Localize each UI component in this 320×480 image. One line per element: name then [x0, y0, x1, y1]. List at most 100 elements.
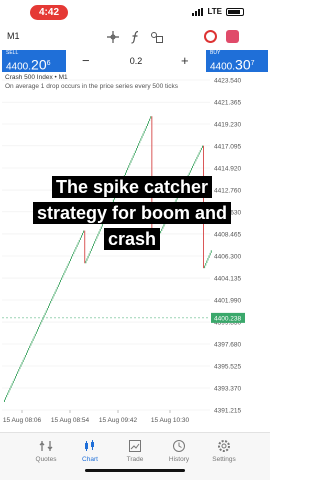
quotes-icon	[39, 441, 53, 451]
bull-candle	[59, 282, 60, 285]
one-click-trading-icon[interactable]	[204, 30, 217, 43]
sell-button[interactable]: SELL 4400.206	[2, 50, 66, 72]
bull-candle	[139, 140, 141, 144]
bull-candle	[134, 150, 136, 153]
bull-candle	[193, 163, 195, 166]
account-icon[interactable]	[226, 30, 239, 43]
time-tick-label: 15 Aug 10:30	[151, 417, 190, 424]
indicators-icon[interactable]	[128, 30, 142, 44]
bull-candle	[127, 167, 129, 171]
bull-candle	[202, 145, 203, 148]
nav-trade[interactable]: Trade	[115, 439, 155, 463]
bull-candle	[85, 260, 87, 264]
bull-candle	[24, 355, 26, 358]
bull-candle	[197, 154, 199, 157]
bull-candle	[34, 333, 36, 337]
nav-quotes-label: Quotes	[35, 456, 57, 463]
lot-increase-button[interactable]: +	[181, 54, 189, 68]
bull-candle	[204, 265, 206, 269]
bull-candle	[21, 362, 23, 365]
bull-candle	[137, 145, 138, 149]
bull-candle	[195, 159, 197, 162]
bull-candle	[11, 383, 13, 386]
bull-candle	[38, 326, 39, 330]
bull-candle	[72, 254, 74, 257]
bull-candle	[33, 336, 35, 339]
price-tick-label: 4421.365	[214, 100, 241, 107]
bull-candle	[143, 130, 145, 134]
bull-candle	[130, 160, 132, 163]
price-tick-label: 4419.230	[214, 122, 241, 129]
bull-candle	[51, 298, 53, 302]
bull-candle	[8, 390, 10, 393]
status-bar: 4:42 LTE	[0, 0, 270, 24]
bull-candle	[200, 147, 202, 151]
signal-icon	[192, 7, 204, 16]
bull-candle	[30, 343, 32, 346]
caption-line-2: strategy for boom and	[32, 202, 232, 224]
bull-candle	[70, 258, 71, 262]
bull-candle	[54, 291, 56, 294]
time-tick-label: 15 Aug 08:06	[3, 417, 42, 424]
bull-candle	[206, 260, 208, 264]
chart-toolbar: M1	[0, 28, 270, 48]
bull-candle	[50, 301, 52, 304]
video-caption: The spike catcher strategy for boom and …	[14, 174, 250, 252]
bull-candle	[140, 138, 142, 141]
bull-candle	[150, 116, 152, 119]
price-tick-label: 4391.215	[214, 408, 241, 415]
price-tick-label: 4406.300	[214, 254, 241, 261]
bull-candle	[209, 252, 211, 256]
nav-trade-label: Trade	[126, 456, 144, 463]
bull-candle	[68, 261, 70, 264]
bull-candle	[4, 399, 5, 402]
nav-settings[interactable]: Settings	[204, 439, 244, 463]
current-price-label: 4400.238	[214, 315, 241, 322]
bull-candle	[198, 152, 200, 155]
bull-candle	[129, 162, 131, 166]
nav-chart[interactable]: Chart	[70, 439, 110, 463]
network-label: LTE	[207, 7, 222, 16]
bull-candle	[37, 329, 38, 332]
bull-candle	[29, 345, 31, 348]
bull-candle	[61, 277, 63, 280]
nav-history[interactable]: History	[159, 439, 199, 463]
history-icon	[173, 440, 185, 452]
bull-candle	[64, 270, 66, 273]
one-click-trade-panel: SELL 4400.206 − 0.2 + BUY 4400.307	[0, 50, 270, 72]
objects-icon[interactable]	[150, 30, 164, 44]
bull-candle	[40, 322, 42, 325]
crosshair-icon[interactable]	[106, 30, 120, 44]
settings-icon	[218, 440, 230, 452]
bull-candle	[9, 387, 11, 391]
status-time: 4:42	[30, 5, 68, 20]
buy-button[interactable]: BUY 4400.307	[206, 50, 268, 72]
bull-candle	[16, 373, 17, 377]
bull-candle	[194, 161, 196, 164]
bull-candle	[208, 255, 210, 258]
time-tick-label: 15 Aug 08:54	[51, 417, 90, 424]
bull-candle	[23, 357, 25, 360]
price-tick-label: 4414.920	[214, 166, 241, 173]
bull-candle	[86, 258, 88, 261]
lot-size-input[interactable]: 0.2	[116, 56, 156, 66]
timeframe-button[interactable]: M1	[7, 31, 20, 41]
battery-icon	[226, 7, 244, 16]
bull-candle	[48, 305, 49, 309]
bull-candle	[205, 263, 207, 266]
bull-candle	[148, 121, 149, 124]
bull-candle	[88, 253, 90, 256]
price-tick-label: 4404.135	[214, 276, 241, 283]
bull-candle	[27, 350, 28, 353]
bull-candle	[19, 366, 21, 370]
bull-candle	[132, 155, 134, 158]
lot-decrease-button[interactable]: −	[82, 54, 90, 68]
bull-candle	[141, 135, 143, 139]
nav-quotes[interactable]: Quotes	[26, 439, 66, 463]
bull-candle	[17, 371, 19, 374]
buy-price: 4400.307	[210, 56, 255, 73]
bull-candle	[7, 392, 9, 395]
nav-settings-label: Settings	[212, 456, 236, 463]
bull-candle	[55, 289, 57, 292]
bull-candle	[45, 310, 47, 313]
